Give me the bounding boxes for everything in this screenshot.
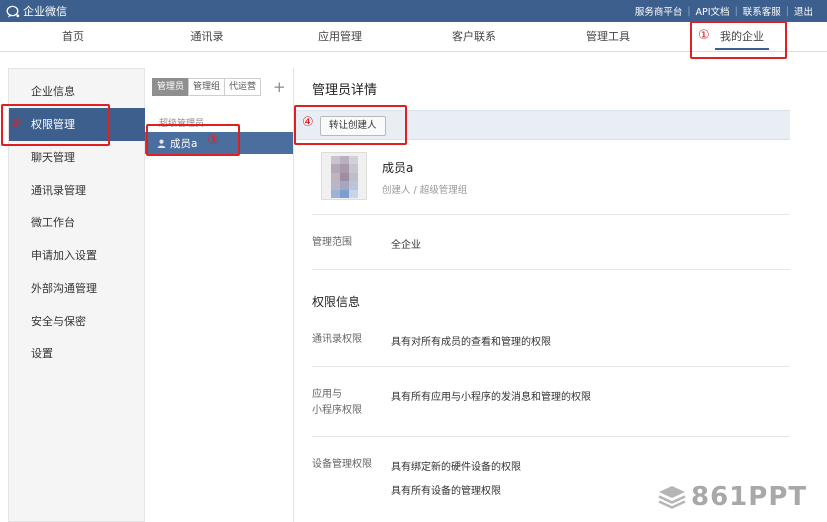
watermark: 861PPT bbox=[657, 482, 807, 512]
permission-label-apps-line1: 应用与 bbox=[312, 389, 342, 400]
sidebar-item-external-communication[interactable]: 外部沟通管理 bbox=[9, 272, 145, 305]
scope-label: 管理范围 bbox=[312, 237, 352, 248]
watermark-text: 861PPT bbox=[691, 482, 808, 512]
member-role: 创建人 / 超级管理组 bbox=[382, 185, 468, 196]
add-admin-button[interactable]: + bbox=[273, 78, 286, 96]
nav-management-tools[interactable]: 管理工具 bbox=[563, 22, 653, 52]
divider bbox=[312, 366, 790, 367]
tab-admins[interactable]: 管理员 bbox=[152, 78, 190, 96]
nav-customer-contact[interactable]: 客户联系 bbox=[429, 22, 519, 52]
permission-value-apps: 具有所有应用与小程序的发消息和管理的权限 bbox=[391, 392, 591, 403]
stack-logo-icon bbox=[658, 486, 686, 509]
sidebar-item-micro-workbench[interactable]: 微工作台 bbox=[9, 206, 145, 239]
divider: | bbox=[687, 5, 691, 17]
wecom-logo-icon bbox=[6, 5, 20, 17]
sidebar-item-contacts-management[interactable]: 通讯录管理 bbox=[9, 174, 145, 207]
tab-admin-groups[interactable]: 管理组 bbox=[188, 78, 226, 96]
annotation-number-2: ② bbox=[10, 116, 22, 131]
annotation-box-3 bbox=[146, 124, 240, 156]
tab-operators[interactable]: 代运营 bbox=[224, 78, 262, 96]
divider bbox=[312, 214, 790, 215]
permission-section-title: 权限信息 bbox=[312, 295, 361, 309]
annotation-number-3: ③ bbox=[207, 133, 219, 148]
top-links: 服务商平台 | API文档 | 联系客服 | 退出 bbox=[635, 4, 813, 19]
permission-value-devices-bind: 具有绑定新的硬件设备的权限 bbox=[391, 462, 521, 473]
permission-label-contacts: 通讯录权限 bbox=[312, 334, 362, 345]
divider: | bbox=[734, 5, 738, 17]
divider: | bbox=[785, 5, 789, 17]
annotation-number-1: ① bbox=[698, 28, 710, 43]
brand-logo[interactable]: 企业微信 bbox=[6, 3, 67, 19]
sidebar-item-security[interactable]: 安全与保密 bbox=[9, 305, 145, 338]
admin-tabs: 管理员 管理组 代运营 bbox=[152, 78, 262, 96]
link-api-docs[interactable]: API文档 bbox=[696, 4, 730, 18]
annotation-number-4: ④ bbox=[302, 115, 314, 130]
link-contact-support[interactable]: 联系客服 bbox=[743, 4, 781, 18]
sidebar-item-settings[interactable]: 设置 bbox=[9, 337, 145, 370]
scope-value: 全企业 bbox=[391, 240, 421, 251]
link-logout[interactable]: 退出 bbox=[794, 4, 813, 18]
page-title: 管理员详情 bbox=[312, 83, 378, 98]
link-service-platform[interactable]: 服务商平台 bbox=[635, 4, 683, 18]
nav-app-management[interactable]: 应用管理 bbox=[295, 22, 385, 52]
permission-value-contacts: 具有对所有成员的查看和管理的权限 bbox=[391, 337, 551, 348]
avatar bbox=[321, 152, 367, 200]
permission-label-devices: 设备管理权限 bbox=[312, 459, 372, 470]
divider bbox=[312, 436, 790, 437]
top-bar: 企业微信 服务商平台 | API文档 | 联系客服 | 退出 bbox=[0, 0, 827, 22]
brand-name: 企业微信 bbox=[23, 5, 67, 18]
member-name: 成员a bbox=[382, 161, 414, 175]
avatar-image bbox=[331, 156, 358, 198]
nav-home[interactable]: 首页 bbox=[28, 22, 118, 52]
nav-contacts[interactable]: 通讯录 bbox=[162, 22, 252, 52]
permission-value-devices-manage: 具有所有设备的管理权限 bbox=[391, 486, 501, 497]
permission-label-apps-line2: 小程序权限 bbox=[312, 405, 362, 416]
divider bbox=[312, 269, 790, 270]
sidebar-item-join-settings[interactable]: 申请加入设置 bbox=[9, 239, 145, 272]
